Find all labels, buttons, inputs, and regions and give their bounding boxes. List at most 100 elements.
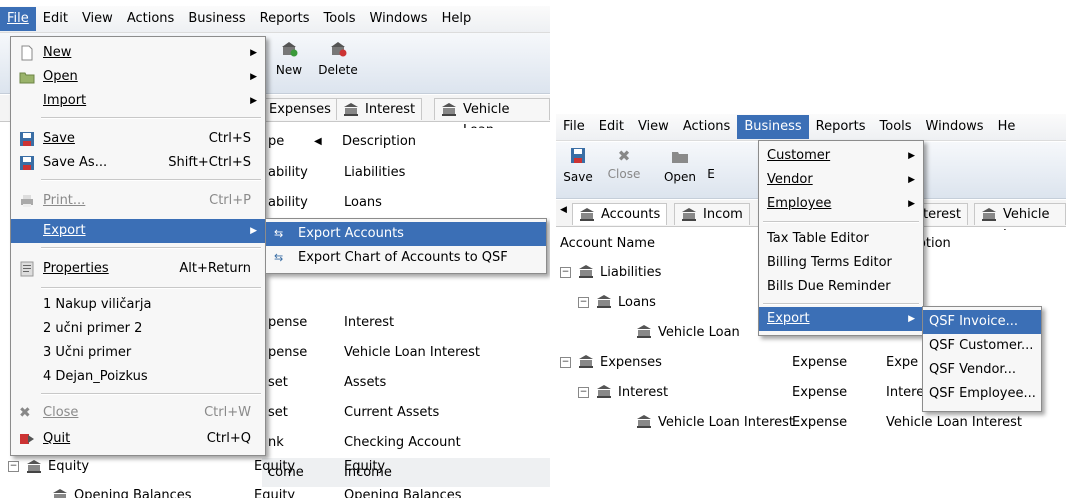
menu-item-print[interactable]: Print... Ctrl+P bbox=[11, 189, 265, 213]
save-icon bbox=[20, 132, 34, 146]
menu-item-qsf-employee[interactable]: QSF Employee... bbox=[923, 382, 1041, 406]
collapse-icon[interactable]: − bbox=[560, 357, 571, 368]
menu-item-employee[interactable]: Employee ▶ bbox=[759, 192, 923, 216]
table-row[interactable]: − Equity Equity Equity bbox=[0, 452, 550, 481]
open-button[interactable]: Open bbox=[660, 148, 700, 184]
account-name-column-header[interactable]: Account Name bbox=[560, 230, 655, 258]
bank-icon bbox=[578, 354, 594, 368]
bank-icon bbox=[442, 103, 456, 116]
menu-item-quit[interactable]: Quit Ctrl+Q bbox=[11, 427, 265, 451]
menu-item-vendor[interactable]: Vendor ▶ bbox=[759, 168, 923, 192]
menu-item-customer[interactable]: Customer ▶ bbox=[759, 144, 923, 168]
table-row[interactable]: set Assets bbox=[262, 368, 550, 397]
table-row[interactable]: ability Liabilities bbox=[262, 158, 550, 187]
file-menu: New ▶ Open ▶ Import ▶ Save Ctrl+S Save As...… bbox=[10, 36, 266, 456]
menu-tools[interactable]: Tools bbox=[873, 115, 919, 139]
menu-item-recent-2[interactable]: 2 učni primer 2 bbox=[11, 317, 265, 341]
menu-item-new[interactable]: New ▶ bbox=[11, 41, 265, 65]
table-row[interactable]: Vehicle Loan Interest Expense Vehicle Loan… bbox=[556, 408, 1066, 437]
menu-windows[interactable]: Windows bbox=[919, 115, 991, 139]
tab-interest[interactable]: Interest bbox=[336, 98, 423, 120]
collapse-icon[interactable]: − bbox=[560, 267, 571, 278]
menu-reports[interactable]: Reports bbox=[809, 115, 873, 139]
table-row[interactable]: set Current Assets bbox=[262, 398, 550, 427]
menu-file[interactable]: File bbox=[0, 7, 36, 31]
account-name: Interest bbox=[618, 385, 669, 400]
export-icon: ⇆ bbox=[274, 227, 284, 240]
bank-icon bbox=[596, 384, 612, 398]
menu-edit[interactable]: Edit bbox=[36, 7, 75, 31]
tab-expenses[interactable]: Expenses bbox=[262, 98, 338, 120]
account-description: Assets bbox=[344, 375, 387, 390]
menu-actions[interactable]: Actions bbox=[676, 115, 738, 139]
tab-scroll-left-icon[interactable]: ◀ bbox=[560, 205, 567, 215]
menu-item-qsf-vendor[interactable]: QSF Vendor... bbox=[923, 358, 1041, 382]
menu-item-save[interactable]: Save Ctrl+S bbox=[11, 127, 265, 151]
edit-icon bbox=[704, 148, 722, 164]
menu-item-close[interactable]: ✖ Close Ctrl+W bbox=[11, 401, 265, 425]
account-name: Liabilities bbox=[600, 265, 662, 280]
collapse-icon[interactable]: − bbox=[578, 297, 589, 308]
table-row[interactable]: Opening Balances Equity Opening Balances bbox=[0, 481, 550, 498]
tab-vehicle-loan[interactable]: Vehicle L bbox=[974, 203, 1066, 243]
save-button[interactable]: Save bbox=[560, 148, 596, 184]
menu-item-recent-1[interactable]: 1 Nakup viličarja bbox=[11, 293, 265, 317]
table-row[interactable]: ability Loans bbox=[262, 188, 550, 217]
save-as-icon bbox=[20, 156, 34, 170]
tab-vehicle-loan[interactable]: Vehicle Loan bbox=[434, 98, 550, 138]
menu-item-export-accounts[interactable]: ⇆ Export Accounts bbox=[266, 222, 546, 246]
menu-tools[interactable]: Tools bbox=[317, 7, 363, 31]
bank-icon bbox=[27, 460, 41, 473]
new-label: New bbox=[275, 63, 303, 77]
collapse-icon[interactable]: − bbox=[8, 461, 19, 472]
collapse-icon[interactable]: − bbox=[578, 387, 589, 398]
tab-accounts[interactable]: Accounts bbox=[572, 203, 668, 225]
menu-item-export-chart-qsf[interactable]: ⇆ Export Chart of Accounts to QSF bbox=[266, 246, 546, 270]
menu-item-recent-4[interactable]: 4 Dejan_Poizkus bbox=[11, 365, 265, 389]
menu-item-recent-3[interactable]: 3 Učni primer bbox=[11, 341, 265, 365]
tab-interest[interactable]: terest bbox=[918, 203, 969, 225]
edit-button[interactable]: E bbox=[704, 148, 718, 181]
menu-help[interactable]: He bbox=[991, 115, 1023, 139]
table-row[interactable] bbox=[262, 278, 550, 307]
bank-icon bbox=[682, 208, 696, 221]
menu-help[interactable]: Help bbox=[435, 7, 479, 31]
account-type: pense bbox=[268, 345, 308, 360]
menu-item-qsf-invoice[interactable]: QSF Invoice... bbox=[923, 310, 1041, 334]
type-column-header[interactable]: pe bbox=[268, 128, 284, 156]
folder-icon bbox=[19, 72, 35, 84]
bank-icon bbox=[982, 208, 996, 221]
menu-item-import[interactable]: Import ▶ bbox=[11, 89, 265, 113]
menu-business[interactable]: Business bbox=[737, 115, 809, 139]
menu-item-qsf-customer[interactable]: QSF Customer... bbox=[923, 334, 1041, 358]
menu-item-export[interactable]: Export ▶ bbox=[11, 219, 265, 243]
menu-windows[interactable]: Windows bbox=[363, 7, 435, 31]
close-button[interactable]: ✖ Close bbox=[604, 148, 644, 181]
menu-edit[interactable]: Edit bbox=[592, 115, 631, 139]
menu-item-bills-due-reminder[interactable]: Bills Due Reminder bbox=[759, 275, 923, 299]
account-type: Equity bbox=[254, 459, 296, 474]
account-type: Expense bbox=[792, 355, 848, 370]
new-document-icon bbox=[21, 45, 33, 61]
menu-item-billing-terms-editor[interactable]: Billing Terms Editor bbox=[759, 251, 923, 275]
menu-item-open[interactable]: Open ▶ bbox=[11, 65, 265, 89]
account-type: pense bbox=[268, 315, 308, 330]
account-type: Expense bbox=[792, 385, 848, 400]
tab-income[interactable]: Incom bbox=[674, 203, 750, 225]
menu-file[interactable]: File bbox=[556, 115, 592, 139]
menu-item-save-as[interactable]: Save As... Shift+Ctrl+S bbox=[11, 151, 265, 175]
menu-business[interactable]: Business bbox=[181, 7, 252, 31]
menu-actions[interactable]: Actions bbox=[120, 7, 182, 31]
new-button[interactable]: New bbox=[272, 41, 306, 77]
menu-view[interactable]: View bbox=[631, 115, 676, 139]
account-description: Expe bbox=[886, 355, 919, 370]
menu-reports[interactable]: Reports bbox=[253, 7, 317, 31]
table-row[interactable]: pense Interest bbox=[262, 308, 550, 337]
menu-item-properties[interactable]: Properties Alt+Return bbox=[11, 257, 265, 281]
delete-button[interactable]: Delete bbox=[316, 41, 360, 77]
menu-view[interactable]: View bbox=[75, 7, 120, 31]
table-row[interactable]: pense Vehicle Loan Interest bbox=[262, 338, 550, 367]
menu-item-tax-table-editor[interactable]: Tax Table Editor bbox=[759, 227, 923, 251]
menu-item-export[interactable]: Export ▶ bbox=[759, 307, 923, 331]
description-column-header[interactable]: Description bbox=[342, 128, 416, 156]
